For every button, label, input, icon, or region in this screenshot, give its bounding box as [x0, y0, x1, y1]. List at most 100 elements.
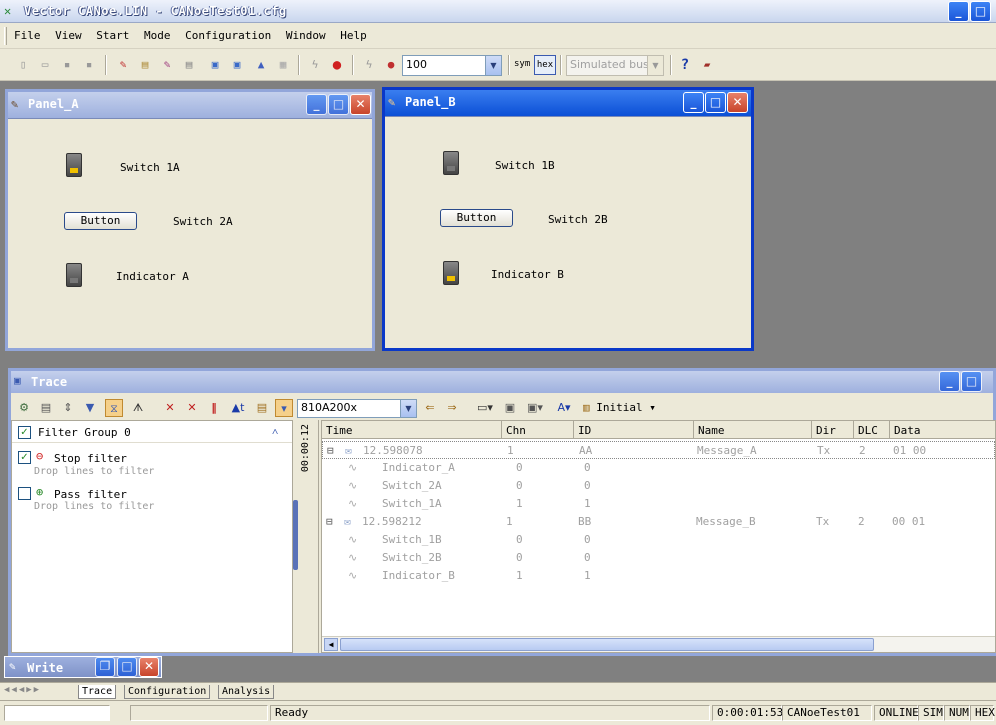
panel-b-button[interactable]: Button: [440, 209, 513, 227]
maximize-button[interactable]: □: [970, 1, 991, 22]
panel-icon[interactable]: ▣: [206, 56, 224, 74]
scroll-left-icon[interactable]: ◀: [324, 638, 338, 651]
view-mode-dropdown[interactable]: ▥ Initial ▾: [583, 399, 656, 417]
column-header-data[interactable]: Data: [890, 421, 995, 439]
chevron-down-icon[interactable]: ▼: [647, 56, 663, 75]
table-row[interactable]: ⊟ ✉ 12.598212 1 BB Message_B Tx 2 00 01: [322, 513, 995, 531]
table-row[interactable]: ∿ Switch_2B 0 0: [322, 549, 995, 567]
list-icon[interactable]: ▤: [37, 399, 55, 417]
time-mode-icon[interactable]: ▲t: [227, 399, 249, 417]
stop-filter-checkbox[interactable]: ✓: [18, 451, 31, 464]
column-header-name[interactable]: Name: [694, 421, 812, 439]
column-header-time[interactable]: Time: [322, 421, 502, 439]
bus-combo[interactable]: Simulated bus ▼: [566, 55, 664, 76]
save-as-icon[interactable]: ▪: [80, 56, 98, 74]
grid-icon[interactable]: ▦: [274, 56, 292, 74]
minimize-button[interactable]: _: [683, 92, 704, 113]
open-icon[interactable]: ▭: [36, 56, 54, 74]
tab-analysis[interactable]: Analysis: [218, 685, 275, 699]
table-row[interactable]: ∿ Switch_2A 0 0: [322, 477, 995, 495]
write-title-bar[interactable]: ✎ Write ❐ □ ✕: [4, 656, 162, 678]
table-row[interactable]: ⊟ ✉ 12.598078 1 AA Message_A Tx 2 01 00: [322, 441, 995, 459]
trace-filter-combo[interactable]: 810A200x ▼: [297, 399, 417, 418]
expand-icon[interactable]: ⇕: [59, 399, 77, 417]
layout-icon[interactable]: ▣▾: [523, 399, 547, 417]
help-icon[interactable]: ?: [676, 56, 694, 74]
list-icon[interactable]: ▤: [180, 56, 198, 74]
sym-toggle[interactable]: sym: [514, 59, 530, 69]
new-icon[interactable]: ▯: [14, 56, 32, 74]
autoscroll-icon[interactable]: ▾: [275, 399, 293, 417]
panel-b-title-bar[interactable]: ✎ Panel_B _ □ ✕: [385, 90, 751, 116]
zoom-combo[interactable]: 100 ▼: [402, 55, 502, 76]
table-row[interactable]: ∿ Switch_1A 1 1: [322, 495, 995, 513]
panel-a-button[interactable]: Button: [64, 212, 137, 230]
menu-window[interactable]: Window: [286, 29, 326, 42]
maximize-button[interactable]: □: [328, 94, 349, 115]
tab-trace[interactable]: Trace: [78, 685, 117, 699]
filter-active-icon[interactable]: ⧖: [105, 399, 123, 417]
scroll-icon[interactable]: ▤: [253, 399, 271, 417]
menu-start[interactable]: Start: [96, 29, 129, 42]
splitter-handle[interactable]: [293, 500, 298, 570]
collapse-icon[interactable]: ⊟: [327, 444, 334, 457]
restore-button[interactable]: ❐: [95, 657, 115, 677]
column-header-dir[interactable]: Dir: [812, 421, 854, 439]
window-icon[interactable]: ▣: [228, 56, 246, 74]
table-row[interactable]: ∿ Indicator_A 0 0: [322, 459, 995, 477]
clear-icon[interactable]: ✕: [183, 399, 201, 417]
menu-view[interactable]: View: [55, 29, 82, 42]
font-icon[interactable]: A▾: [551, 399, 577, 417]
minimize-button[interactable]: _: [306, 94, 327, 115]
measurement-setup-icon[interactable]: ✎: [114, 56, 132, 74]
panel-a-title-bar[interactable]: ✎ Panel_A _ □ ✕: [8, 92, 372, 118]
find-icon[interactable]: ᗑ: [129, 399, 147, 417]
menu-configuration[interactable]: Configuration: [185, 29, 271, 42]
menu-mode[interactable]: Mode: [144, 29, 171, 42]
columns-icon[interactable]: ▭▾: [473, 399, 497, 417]
column-header-chn[interactable]: Chn: [502, 421, 574, 439]
maximize-button[interactable]: □: [705, 92, 726, 113]
maximize-button[interactable]: □: [961, 371, 982, 392]
minimize-button[interactable]: _: [948, 1, 969, 22]
filter-icon[interactable]: ▼: [81, 399, 99, 417]
delete-icon[interactable]: ✕: [161, 399, 179, 417]
close-button[interactable]: ✕: [727, 92, 748, 113]
switch-1b-icon[interactable]: [443, 151, 459, 175]
menu-help[interactable]: Help: [340, 29, 367, 42]
trace-title-bar[interactable]: ▣ Trace _ □: [11, 371, 993, 393]
record-icon[interactable]: ●: [382, 56, 400, 74]
main-title-bar[interactable]: ✕ Vector CANoe.LIN - CANoeTest01.cfg _ □: [0, 0, 996, 23]
save-icon[interactable]: ▪: [58, 56, 76, 74]
table-row[interactable]: ∿ Indicator_B 1 1: [322, 567, 995, 585]
column-header-dlc[interactable]: DLC: [854, 421, 890, 439]
tab-nav-arrows[interactable]: ◀◀◀▶▶: [4, 685, 41, 695]
search-next-icon[interactable]: ⇒: [443, 399, 461, 417]
start-lightning-icon[interactable]: ϟ: [306, 56, 324, 74]
scrollbar-thumb[interactable]: [340, 638, 874, 651]
search-prev-icon[interactable]: ⇐: [421, 399, 439, 417]
edit-icon[interactable]: ✎: [158, 56, 176, 74]
table-row[interactable]: ∿ Switch_1B 0 0: [322, 531, 995, 549]
simulation-setup-icon[interactable]: ▤: [136, 56, 154, 74]
column-header-id[interactable]: ID: [574, 421, 694, 439]
settings-icon[interactable]: ⚙: [15, 399, 33, 417]
stop-icon[interactable]: ●: [328, 56, 346, 74]
collapse-icon[interactable]: ⊟: [326, 515, 333, 528]
close-button[interactable]: ✕: [350, 94, 371, 115]
switch-1a-icon[interactable]: [66, 153, 82, 177]
chart-icon[interactable]: ▲: [252, 56, 270, 74]
minimize-button[interactable]: _: [939, 371, 960, 392]
book-icon[interactable]: ▰: [698, 56, 716, 74]
pause-icon[interactable]: ‖: [205, 399, 223, 417]
hex-toggle[interactable]: hex: [534, 55, 556, 75]
chevron-down-icon[interactable]: ▼: [400, 400, 416, 417]
step-icon[interactable]: ϟ: [360, 56, 378, 74]
horizontal-scrollbar[interactable]: ◀: [322, 636, 995, 652]
maximize-button[interactable]: □: [117, 657, 137, 677]
pass-filter-checkbox[interactable]: [18, 487, 31, 500]
copy-icon[interactable]: ▣: [501, 399, 519, 417]
chevron-down-icon[interactable]: ▼: [485, 56, 501, 75]
filter-group-checkbox[interactable]: ✓: [18, 426, 31, 439]
tab-configuration[interactable]: Configuration: [124, 685, 211, 699]
